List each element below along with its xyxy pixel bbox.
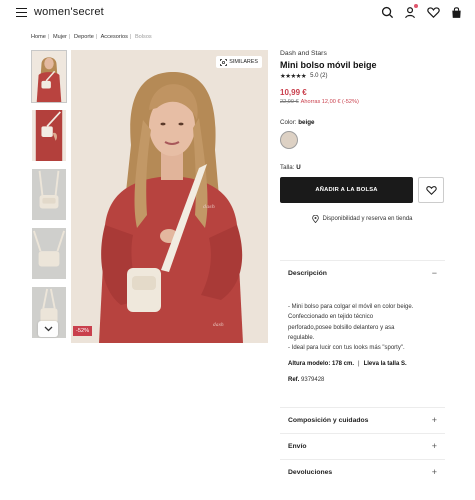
thumbnail-4[interactable] (31, 227, 67, 280)
description-line: regulable. (288, 334, 315, 341)
accordion-returns-header[interactable]: Devoluciones + (280, 460, 445, 484)
heart-icon[interactable] (426, 5, 440, 19)
expand-icon: + (431, 415, 437, 425)
accordion-description: Descripción − - Mini bolso para colgar e… (280, 260, 445, 385)
breadcrumb-mujer[interactable]: Mujer (53, 34, 67, 40)
thumbnail-scroll-down[interactable] (38, 321, 58, 337)
search-icon[interactable] (380, 5, 394, 19)
color-value: beige (298, 119, 315, 126)
color-label-prefix: Color: (280, 119, 297, 126)
accordion-shipping: Envío + (280, 433, 445, 458)
site-header: women'secret (0, 0, 475, 26)
current-price: 10,99 € (280, 88, 307, 97)
chevron-down-icon (44, 326, 52, 332)
accordion-description-title: Descripción (288, 269, 327, 277)
breadcrumb-accesorios[interactable]: Accesorios (101, 34, 128, 40)
header-actions (380, 4, 463, 19)
svg-text:dash: dash (213, 322, 224, 328)
product-brand[interactable]: Dash and Stars (280, 50, 445, 57)
price-details: 22,99 € Ahorras 12,00 € (-52%) (280, 99, 445, 105)
color-label: Color: beige (280, 119, 445, 126)
rating-value: 5.0 (2) (310, 73, 328, 79)
description-body: - Mini bolso para colgar el móvil en col… (280, 285, 445, 385)
similares-label: SIMILARES (229, 59, 258, 65)
thumbnail-list (31, 50, 67, 345)
accordion-returns-title: Devoluciones (288, 468, 333, 476)
accordion-description-header[interactable]: Descripción − (280, 261, 445, 285)
notification-dot (414, 4, 418, 8)
product-info: Dash and Stars Mini bolso móvil beige ★★… (280, 50, 445, 223)
bag-icon[interactable] (449, 5, 463, 19)
heart-icon (425, 186, 437, 195)
store-availability-label: Disponibilidad y reserva en tienda (322, 216, 413, 222)
breadcrumb: Home | Mujer | Deporte | Accesorios | Bolsos (31, 34, 152, 40)
size-label-prefix: Talla: (280, 164, 295, 171)
thumbnail-1[interactable] (31, 50, 67, 103)
accordion-shipping-title: Envío (288, 442, 307, 450)
size-value: U (296, 164, 301, 171)
ref-value: 9379428 (301, 376, 325, 383)
color-swatch-beige[interactable] (280, 131, 298, 149)
breadcrumb-deporte[interactable]: Deporte (74, 34, 94, 40)
description-line: - Mini bolso para colgar el móvil en col… (288, 304, 414, 310)
accordion-composition: Composición y cuidados + (280, 407, 445, 432)
thumbnail-3[interactable] (31, 168, 67, 221)
similares-button[interactable]: SIMILARES (216, 56, 262, 68)
account-icon[interactable] (403, 4, 418, 19)
wishlist-button[interactable] (418, 177, 444, 203)
ref-label: Ref. (288, 376, 300, 383)
description-line: Confeccionado en tejido técnico (288, 314, 374, 321)
accordion-composition-title: Composición y cuidados (288, 416, 369, 424)
svg-text:dash: dash (203, 204, 215, 210)
old-price: 22,99 € (280, 99, 299, 105)
scan-icon (220, 58, 228, 66)
saving-text: Ahorras 12,00 € (-52%) (300, 99, 359, 105)
location-pin-icon (312, 215, 320, 223)
accordion-composition-header[interactable]: Composición y cuidados + (280, 408, 445, 432)
model-height: Altura modelo: 178 cm. (288, 361, 355, 368)
add-to-bag-button[interactable]: AÑADIR A LA BOLSA (280, 177, 413, 203)
accordion-returns: Devoluciones + (280, 459, 445, 484)
discount-badge: -52% (73, 326, 93, 336)
menu-icon[interactable] (16, 8, 27, 18)
model-size: Lleva la talla S. (363, 361, 407, 368)
store-availability-link[interactable]: Disponibilidad y reserva en tienda (280, 215, 445, 223)
expand-icon: + (431, 441, 437, 451)
cta-row: AÑADIR A LA BOLSA (280, 177, 445, 203)
site-logo[interactable]: women'secret (34, 6, 104, 18)
model-info: Altura modelo: 178 cm. | Lleva la talla S. (288, 361, 407, 368)
breadcrumb-home[interactable]: Home (31, 34, 46, 40)
breadcrumb-current: Bolsos (134, 34, 152, 40)
main-product-image[interactable]: dash dash SIMILARES -52% (71, 50, 268, 343)
thumbnail-2[interactable] (31, 109, 67, 162)
product-reference: Ref. 9379428 (288, 376, 437, 385)
accordion-shipping-header[interactable]: Envío + (280, 434, 445, 458)
description-line: - Ideal para lucir con tus looks más "sp… (288, 345, 405, 352)
product-title: Mini bolso móvil beige (280, 60, 377, 70)
collapse-icon: − (431, 268, 437, 278)
expand-icon: + (431, 467, 437, 477)
size-label: Talla: U (280, 164, 445, 171)
description-line: perforado,posee bolsillo delantero y asa (288, 324, 395, 331)
star-rating-icon: ★★★★★ (280, 73, 307, 80)
product-rating[interactable]: ★★★★★ 5.0 (2) (280, 72, 445, 80)
